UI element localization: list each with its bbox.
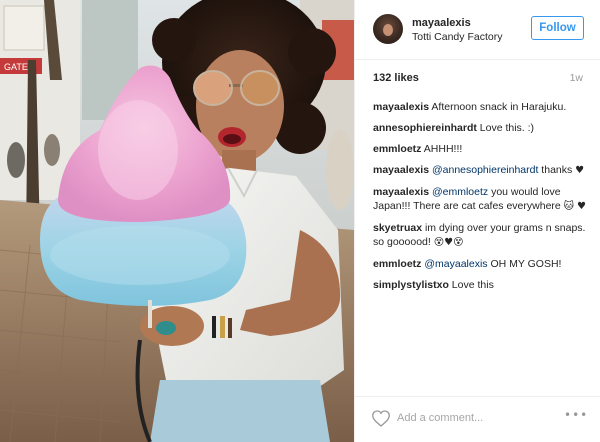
follow-button[interactable]: Follow (531, 16, 584, 40)
emoji-icon: 🐱 (563, 201, 575, 212)
emoji-icon: ♥ (577, 201, 586, 212)
comment-username[interactable]: emmloetz (373, 258, 421, 270)
cotton-candy-photo: GATE (0, 0, 354, 442)
comment-username[interactable]: mayaalexis (373, 164, 429, 176)
comment-username[interactable]: skyetruax (373, 222, 422, 234)
post-age[interactable]: 1w (570, 72, 583, 84)
comment-item: annesophiereinhardt Love this. :) (373, 121, 588, 135)
post-header: mayaalexis Totti Candy Factory Follow (355, 0, 600, 60)
comment-item: mayaalexis Afternoon snack in Harajuku. (373, 100, 588, 114)
comment-username[interactable]: emmloetz (373, 143, 421, 155)
comment-username[interactable]: annesophiereinhardt (373, 122, 477, 134)
comment-text: OH MY GOSH! (487, 258, 562, 270)
comment-username[interactable]: mayaalexis (373, 101, 429, 113)
post-username[interactable]: mayaalexis (412, 17, 471, 29)
comment-text: Love this (451, 279, 494, 291)
comment-mention-link[interactable]: @emmloetz (432, 186, 488, 198)
profile-avatar-icon[interactable] (373, 14, 403, 44)
likes-count[interactable]: 132 likes (373, 72, 419, 84)
more-options-icon[interactable]: ••• (564, 408, 588, 422)
comment-item: mayaalexis @emmloetz you would love Japa… (373, 185, 588, 214)
comments-list: mayaalexis Afternoon snack in Harajuku. a… (373, 100, 588, 299)
comment-username[interactable]: simplystylistxo (373, 279, 449, 291)
comment-text: Afternoon snack in Harajuku. (431, 101, 567, 113)
heart-icon[interactable] (372, 410, 390, 427)
comment-mention-link[interactable]: @mayaalexis (424, 258, 487, 270)
post-sidebar: mayaalexis Totti Candy Factory Follow 13… (354, 0, 600, 442)
comment-username[interactable]: mayaalexis (373, 186, 429, 198)
comment-item: simplystylistxo Love this (373, 278, 588, 292)
comment-bar: ••• (355, 396, 600, 442)
comment-text: AHHH!!! (423, 143, 463, 155)
post-photo[interactable]: GATE (0, 0, 354, 442)
comment-item: skyetruax im dying over your grams n sna… (373, 221, 588, 250)
comment-text: Love this. :) (479, 122, 535, 134)
instagram-post: GATE mayaalexis Totti Candy Factory Foll… (0, 0, 600, 442)
emoji-icon: ♥ (575, 165, 585, 176)
comment-text: thanks (538, 164, 576, 176)
comment-item: emmloetz @mayaalexis OH MY GOSH! (373, 257, 588, 271)
add-comment-input[interactable] (397, 409, 547, 427)
comment-item: mayaalexis @annesophiereinhardt thanks ♥ (373, 163, 588, 178)
post-stats: 132 likes 1w (373, 72, 583, 86)
gate-sign-text: GATE (4, 62, 28, 72)
avatar-face (383, 24, 393, 36)
comment-mention-link[interactable]: @annesophiereinhardt (432, 164, 538, 176)
post-location[interactable]: Totti Candy Factory (412, 31, 502, 43)
comment-item: emmloetz AHHH!!! (373, 142, 588, 156)
emoji-icon: 😵♥😵 (433, 237, 464, 248)
